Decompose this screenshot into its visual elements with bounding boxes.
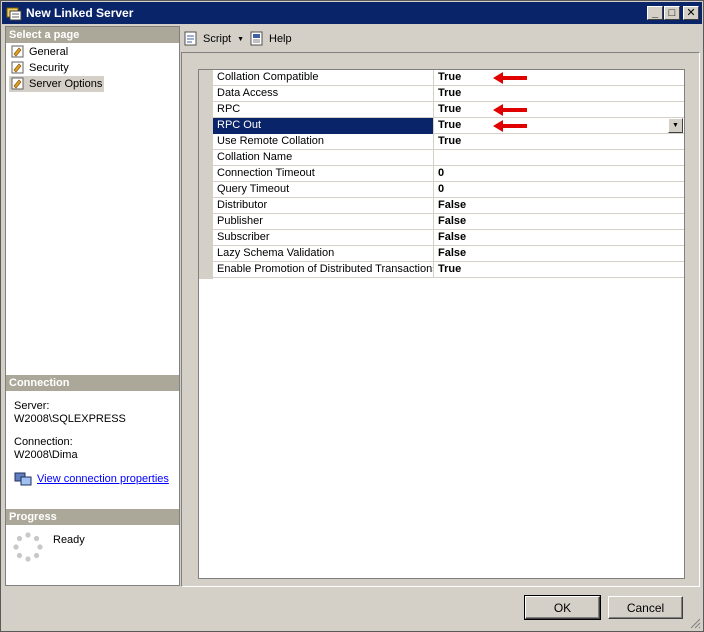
new-linked-server-window: New Linked Server _ □ ✕ Select a page Ge… xyxy=(0,0,704,632)
property-value[interactable]: True xyxy=(434,102,684,118)
maximize-icon: □ xyxy=(668,6,676,19)
toolbar: Script ▼ Help xyxy=(181,26,700,52)
progress-spinner-icon xyxy=(13,532,43,562)
property-value[interactable]: True xyxy=(434,86,684,102)
value-dropdown-button[interactable]: ▼ xyxy=(668,118,683,133)
property-name: Subscriber xyxy=(213,230,434,246)
chevron-down-icon[interactable]: ▼ xyxy=(237,36,244,43)
page-icon xyxy=(11,45,24,58)
property-row-collation-compatible[interactable]: Collation Compatible True xyxy=(213,70,684,86)
property-value[interactable]: False xyxy=(434,198,684,214)
cancel-button[interactable]: Cancel xyxy=(608,596,683,619)
property-name: Enable Promotion of Distributed Transact… xyxy=(213,262,434,278)
script-button[interactable]: Script ▼ xyxy=(183,30,244,48)
page-item-general[interactable]: General xyxy=(9,44,70,60)
property-name: Use Remote Collation xyxy=(213,134,434,150)
property-row-enable-promotion[interactable]: Enable Promotion of Distributed Transact… xyxy=(213,262,684,278)
page-item-server-options[interactable]: Server Options xyxy=(9,76,105,92)
property-row-use-remote-collation[interactable]: Use Remote Collation True xyxy=(213,134,684,150)
page-item-security[interactable]: Security xyxy=(9,60,71,76)
property-name: RPC xyxy=(213,102,434,118)
select-page-header: Select a page xyxy=(6,27,179,43)
property-name: Lazy Schema Validation xyxy=(213,246,434,262)
page-icon xyxy=(11,77,24,90)
server-value: W2008\SQLEXPRESS xyxy=(14,413,126,425)
property-name: Query Timeout xyxy=(213,182,434,198)
property-row-connection-timeout[interactable]: Connection Timeout 0 xyxy=(213,166,684,182)
property-name: Collation Name xyxy=(213,150,434,166)
minimize-icon: _ xyxy=(651,6,659,19)
chevron-down-icon: ▼ xyxy=(672,122,679,129)
property-value[interactable]: True xyxy=(434,70,684,86)
property-name: Distributor xyxy=(213,198,434,214)
property-row-distributor[interactable]: Distributor False xyxy=(213,198,684,214)
resize-grip-icon[interactable] xyxy=(689,617,701,629)
property-name: Collation Compatible xyxy=(213,70,434,86)
property-value[interactable] xyxy=(434,150,684,166)
progress-status: Ready xyxy=(53,534,85,546)
property-value[interactable]: False xyxy=(434,214,684,230)
progress-header: Progress xyxy=(6,509,179,525)
help-label: Help xyxy=(269,33,292,45)
help-icon xyxy=(250,31,263,46)
property-value[interactable]: False xyxy=(434,246,684,262)
property-name: Connection Timeout xyxy=(213,166,434,182)
connection-label: Connection: xyxy=(14,436,73,448)
property-row-rpc-out[interactable]: RPC Out True ▼ xyxy=(213,118,684,134)
annotation-arrow-icon xyxy=(493,104,527,116)
property-value[interactable]: 0 xyxy=(434,182,684,198)
property-value[interactable]: True xyxy=(434,118,684,134)
property-value[interactable]: 0 xyxy=(434,166,684,182)
property-name: Data Access xyxy=(213,86,434,102)
property-value[interactable]: False xyxy=(434,230,684,246)
property-row-rpc[interactable]: RPC True xyxy=(213,102,684,118)
help-button[interactable]: Help xyxy=(249,30,292,48)
property-row-subscriber[interactable]: Subscriber False xyxy=(213,230,684,246)
window-title: New Linked Server xyxy=(26,6,134,20)
connection-header: Connection xyxy=(6,375,179,391)
property-row-lazy-schema-validation[interactable]: Lazy Schema Validation False xyxy=(213,246,684,262)
property-value[interactable]: True xyxy=(434,262,684,278)
property-name: Publisher xyxy=(213,214,434,230)
view-connection-properties-link[interactable]: View connection properties xyxy=(37,473,169,485)
left-pane: Select a page General Security Server Op… xyxy=(5,26,180,586)
right-pane: Script ▼ Help Collation Compatible True xyxy=(181,26,700,587)
grid-margin xyxy=(199,70,213,279)
annotation-arrow-icon xyxy=(493,120,527,132)
server-label: Server: xyxy=(14,400,50,412)
property-row-collation-name[interactable]: Collation Name xyxy=(213,150,684,166)
maximize-button[interactable]: □ xyxy=(664,6,680,20)
page-icon xyxy=(11,61,24,74)
minimize-button[interactable]: _ xyxy=(647,6,663,20)
property-row-data-access[interactable]: Data Access True xyxy=(213,86,684,102)
page-item-label: General xyxy=(29,46,69,58)
property-grid[interactable]: Collation Compatible True Data Access Tr… xyxy=(198,69,685,579)
property-row-query-timeout[interactable]: Query Timeout 0 xyxy=(213,182,684,198)
script-label: Script xyxy=(203,33,232,45)
page-item-label: Server Options xyxy=(29,78,103,90)
annotation-arrow-icon xyxy=(493,72,527,84)
ok-button[interactable]: OK xyxy=(524,595,601,620)
connection-properties-icon xyxy=(14,472,32,486)
property-row-publisher[interactable]: Publisher False xyxy=(213,214,684,230)
property-value[interactable]: True xyxy=(434,134,684,150)
linked-server-icon xyxy=(6,7,22,21)
close-button[interactable]: ✕ xyxy=(683,6,699,20)
title-bar[interactable]: New Linked Server _ □ ✕ xyxy=(2,2,702,24)
close-icon: ✕ xyxy=(686,6,696,19)
property-name: RPC Out xyxy=(213,118,434,134)
connection-value: W2008\Dima xyxy=(14,449,78,461)
script-icon xyxy=(184,31,197,46)
content-area: Collation Compatible True Data Access Tr… xyxy=(181,52,700,587)
page-item-label: Security xyxy=(29,62,69,74)
